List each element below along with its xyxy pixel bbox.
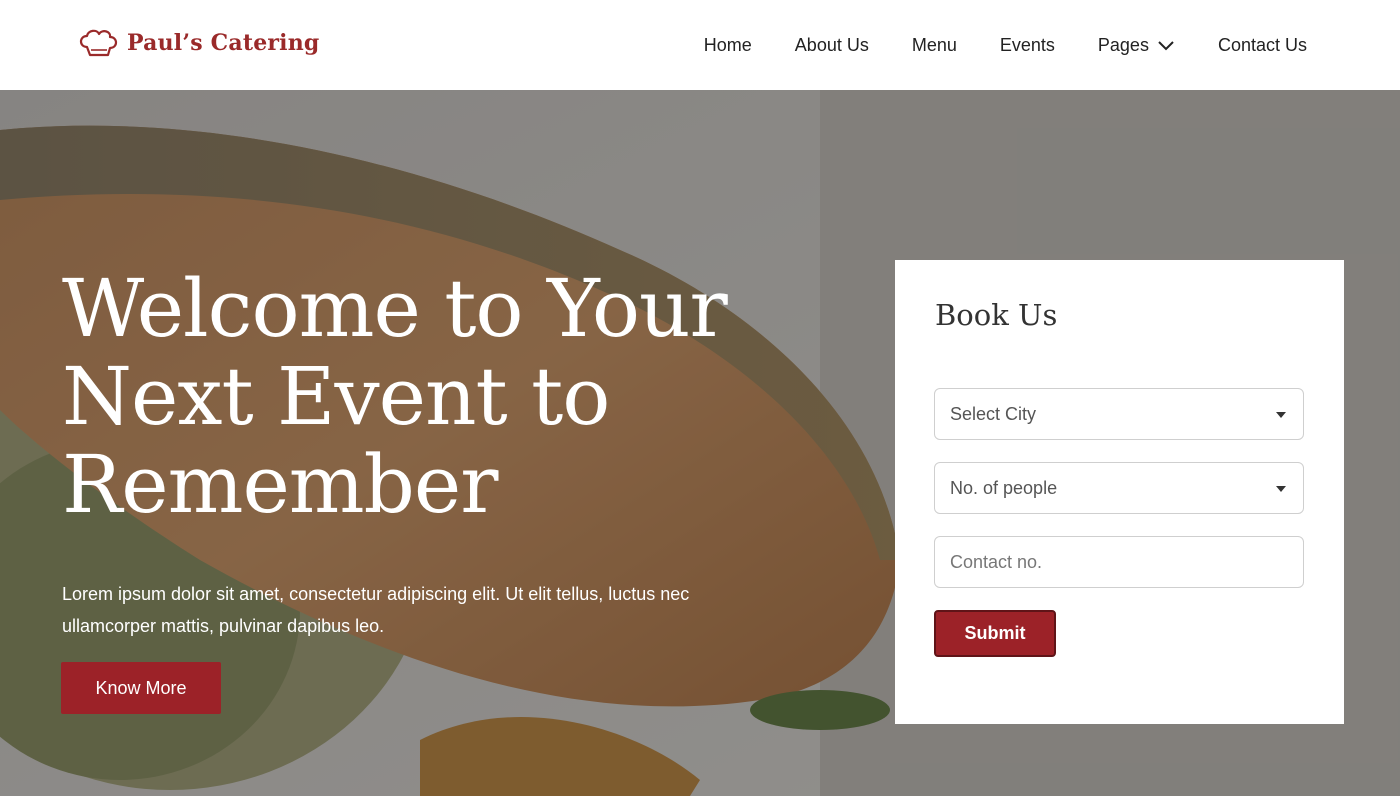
submit-button[interactable]: Submit (934, 610, 1056, 657)
nav-menu[interactable]: Menu (912, 35, 957, 56)
booking-card: Book Us Select City No. of people Contac… (895, 260, 1344, 724)
hero-section: Welcome to Your Next Event to Remember L… (0, 90, 1400, 796)
caret-down-icon (1276, 486, 1286, 492)
chef-hat-icon (79, 29, 118, 57)
brand-name: Paul’s Catering (127, 30, 320, 56)
people-select[interactable]: No. of people (934, 462, 1304, 514)
hero-description: Lorem ipsum dolor sit amet, consectetur … (62, 578, 742, 642)
logo[interactable]: Paul’s Catering (77, 27, 320, 59)
site-header: Paul’s Catering Home About Us Menu Event… (0, 0, 1400, 90)
hero-headline-line1: Welcome to Your (62, 262, 728, 355)
caret-down-icon (1276, 412, 1286, 418)
hero-headline-line3: Remember (62, 438, 498, 531)
nav-about-us[interactable]: About Us (795, 35, 869, 56)
hero-description-line1: Lorem ipsum dolor sit amet, consectetur … (62, 584, 690, 604)
people-select-label: No. of people (950, 477, 1058, 498)
nav-home[interactable]: Home (704, 35, 752, 56)
city-select-label: Select City (950, 403, 1037, 424)
nav-contact-us[interactable]: Contact Us (1218, 35, 1307, 56)
chevron-down-icon (1158, 41, 1174, 51)
contact-number-input[interactable]: Contact no. (934, 536, 1304, 588)
nav-pages[interactable]: Pages (1098, 35, 1175, 56)
hero-headline: Welcome to Your Next Event to Remember (62, 265, 822, 529)
hero-description-line2: ullamcorper mattis, pulvinar dapibus leo… (62, 616, 385, 636)
hero-headline-line2: Next Event to (62, 350, 610, 443)
main-nav: Home About Us Menu Events Pages Contact … (704, 0, 1307, 90)
know-more-button[interactable]: Know More (61, 662, 221, 714)
nav-pages-label: Pages (1097, 34, 1149, 55)
nav-events[interactable]: Events (1000, 35, 1055, 56)
booking-title: Book Us (935, 298, 1058, 332)
city-select[interactable]: Select City (934, 388, 1304, 440)
contact-number-placeholder: Contact no. (950, 551, 1043, 572)
